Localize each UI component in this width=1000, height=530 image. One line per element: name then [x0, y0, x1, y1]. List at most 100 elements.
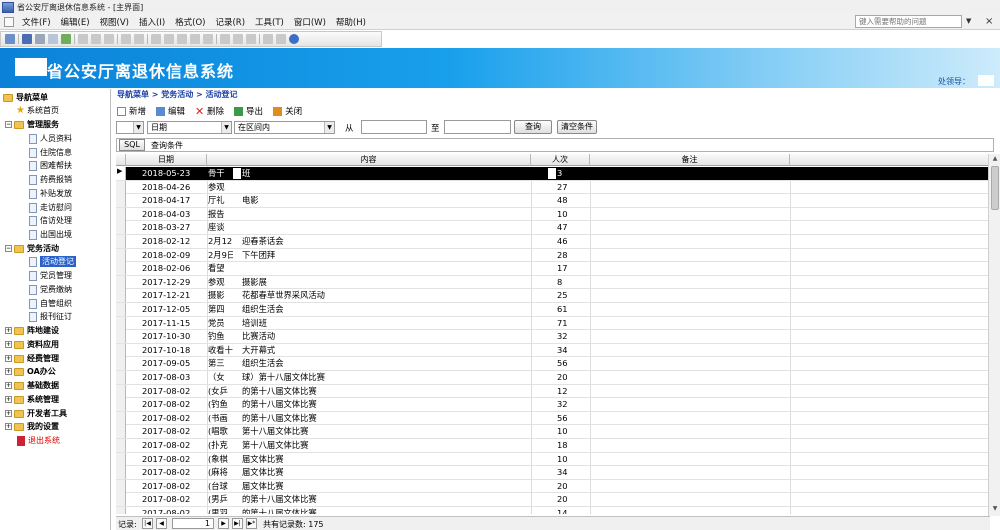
- query-button[interactable]: 查询: [514, 120, 552, 134]
- scroll-thumb[interactable]: [991, 166, 999, 210]
- tree-item-hospital[interactable]: 住院信息: [29, 146, 72, 159]
- row-selector[interactable]: [116, 194, 126, 208]
- header-remarks[interactable]: 备注: [590, 154, 790, 166]
- table-row[interactable]: 2017-08-02 (象棋 届文体比赛 10: [116, 452, 990, 467]
- apply-filter-icon[interactable]: [203, 34, 213, 44]
- new-record-icon[interactable]: [233, 34, 243, 44]
- table-row[interactable]: 2017-08-02 (女乒 的第十八届文体比赛 12: [116, 384, 990, 399]
- to-input[interactable]: [444, 120, 511, 134]
- menu-view[interactable]: 视图(V): [96, 16, 135, 28]
- first-record-icon[interactable]: |◀: [142, 518, 153, 529]
- row-selector[interactable]: [116, 398, 126, 412]
- clear-conditions-button[interactable]: 清空条件: [557, 120, 597, 134]
- delete-record-icon[interactable]: [246, 34, 256, 44]
- row-selector[interactable]: [116, 248, 126, 262]
- new-record-nav-icon[interactable]: ▶*: [246, 518, 257, 529]
- table-row[interactable]: 2017-12-21 摄影 花都春草世界采风活动 25: [116, 289, 990, 303]
- vertical-scrollbar[interactable]: ▲ ▼: [988, 154, 1000, 516]
- menu-insert[interactable]: 插入(I): [135, 16, 171, 28]
- copy-icon[interactable]: [91, 34, 101, 44]
- tree-item-subsidy[interactable]: 补贴发放: [29, 187, 72, 200]
- tree-group-system[interactable]: + 系统管理: [5, 393, 59, 406]
- table-row[interactable]: 2017-08-02 (麻将 届文体比赛 34: [116, 466, 990, 480]
- tree-item-medical-reimbursement[interactable]: 药费报销: [29, 173, 72, 186]
- new-button[interactable]: 新增: [117, 105, 146, 117]
- tree-item-subscriptions[interactable]: 报刊征订: [29, 310, 72, 323]
- row-selector[interactable]: [116, 425, 126, 439]
- row-selector[interactable]: [116, 411, 126, 425]
- header-count[interactable]: 人次: [531, 154, 590, 166]
- collapse-icon[interactable]: −: [5, 121, 12, 128]
- menu-records[interactable]: 记录(R): [211, 16, 251, 28]
- menu-file[interactable]: 文件(F): [18, 16, 57, 28]
- tree-item-hardship-aid[interactable]: 困难帮扶: [29, 159, 72, 172]
- row-selector[interactable]: [116, 180, 126, 194]
- row-selector[interactable]: [116, 316, 126, 330]
- expand-icon[interactable]: +: [5, 423, 12, 430]
- help-icon[interactable]: [289, 34, 299, 44]
- hyperlink-icon[interactable]: [134, 34, 144, 44]
- tree-group-base-data[interactable]: + 基础数据: [5, 379, 59, 392]
- tree-group-management[interactable]: − 管理服务: [5, 118, 59, 131]
- delete-button[interactable]: ✕ 删除: [195, 105, 224, 118]
- table-row[interactable]: 2017-08-02 (扑克 第十八届文体比赛 18: [116, 439, 990, 453]
- tree-root[interactable]: 导航菜单: [3, 91, 48, 104]
- tree-item-home[interactable]: ★ 系统首页: [16, 104, 59, 117]
- help-search-input[interactable]: 键入需要帮助的问题: [855, 15, 962, 28]
- table-row[interactable]: 2018-02-12 2月12 迎春茶话会 46: [116, 235, 990, 249]
- header-date[interactable]: 日期: [126, 154, 207, 166]
- tree-item-visits[interactable]: 走访慰问: [29, 201, 72, 214]
- undo-icon[interactable]: [121, 34, 131, 44]
- edit-button[interactable]: 编辑: [156, 105, 185, 117]
- menu-edit[interactable]: 编辑(E): [57, 16, 96, 28]
- scroll-up-icon[interactable]: ▲: [990, 155, 1000, 165]
- row-selector[interactable]: [116, 303, 126, 316]
- menu-format[interactable]: 格式(O): [171, 16, 211, 28]
- tree-item-party-members[interactable]: 党员管理: [29, 269, 72, 282]
- expand-icon[interactable]: +: [5, 396, 12, 403]
- help-dropdown-icon[interactable]: ▼: [966, 17, 971, 25]
- table-row[interactable]: 2017-12-05 第四 组织生活会 61: [116, 303, 990, 317]
- paste-icon[interactable]: [104, 34, 114, 44]
- table-row[interactable]: 2017-10-30 钓鱼 比赛活动 32: [116, 330, 990, 344]
- table-row[interactable]: 2017-08-02 (书画 的第十八届文体比赛 56: [116, 411, 990, 426]
- table-row[interactable]: 2017-08-02 (男羽 的第十八届文体比赛 14: [116, 507, 990, 514]
- expand-icon[interactable]: +: [5, 368, 12, 375]
- expand-icon[interactable]: +: [5, 327, 12, 334]
- cut-icon[interactable]: [78, 34, 88, 44]
- current-record-input[interactable]: 1: [172, 518, 214, 529]
- table-row[interactable]: 2017-09-05 第三 组织生活会 56: [116, 357, 990, 371]
- sort-ascending-icon[interactable]: [151, 34, 161, 44]
- expand-icon[interactable]: +: [5, 355, 12, 362]
- tree-item-personnel[interactable]: 人员资料: [29, 132, 72, 145]
- operator-select[interactable]: 在区间内 ▼: [234, 121, 335, 134]
- table-row[interactable]: 2017-11-15 党员 培训班 71: [116, 316, 990, 331]
- tree-group-party-affairs[interactable]: − 党务活动: [5, 242, 59, 255]
- tree-item-party-dues[interactable]: 党费缴纳: [29, 283, 72, 296]
- table-row[interactable]: 2017-08-02 (唱歌 第十八届文体比赛 10: [116, 425, 990, 439]
- table-row[interactable]: 2017-08-02 (钓鱼 的第十八届文体比赛 32: [116, 398, 990, 412]
- row-selector[interactable]: [116, 235, 126, 248]
- table-row[interactable]: 2018-04-03 报告 10: [116, 207, 990, 222]
- tree-item-exit[interactable]: 退出系统: [17, 434, 60, 447]
- table-row[interactable]: 2017-08-02 (台球 届文体比赛 20: [116, 479, 990, 494]
- table-row[interactable]: 2018-04-17 厅礼 电影 48: [116, 194, 990, 208]
- previous-record-icon[interactable]: ◀: [156, 518, 167, 529]
- database-window-icon[interactable]: [263, 34, 273, 44]
- print-preview-icon[interactable]: [48, 34, 58, 44]
- table-row[interactable]: 2017-10-18 收看十 大开幕式 34: [116, 343, 990, 358]
- tree-item-travel-abroad[interactable]: 出国出境: [29, 228, 72, 241]
- next-record-icon[interactable]: ▶: [218, 518, 229, 529]
- print-icon[interactable]: [35, 34, 45, 44]
- row-selector[interactable]: [116, 452, 126, 466]
- row-selector[interactable]: [116, 167, 126, 180]
- row-selector[interactable]: [116, 466, 126, 480]
- close-icon[interactable]: ×: [985, 16, 993, 27]
- tree-group-developer[interactable]: + 开发者工具: [5, 407, 67, 420]
- design-view-icon[interactable]: [5, 34, 15, 44]
- row-selector[interactable]: [116, 439, 126, 452]
- menu-help[interactable]: 帮助(H): [332, 16, 372, 28]
- row-selector[interactable]: [116, 343, 126, 357]
- spelling-icon[interactable]: [61, 34, 71, 44]
- table-row[interactable]: 2018-02-06 看望 17: [116, 262, 990, 276]
